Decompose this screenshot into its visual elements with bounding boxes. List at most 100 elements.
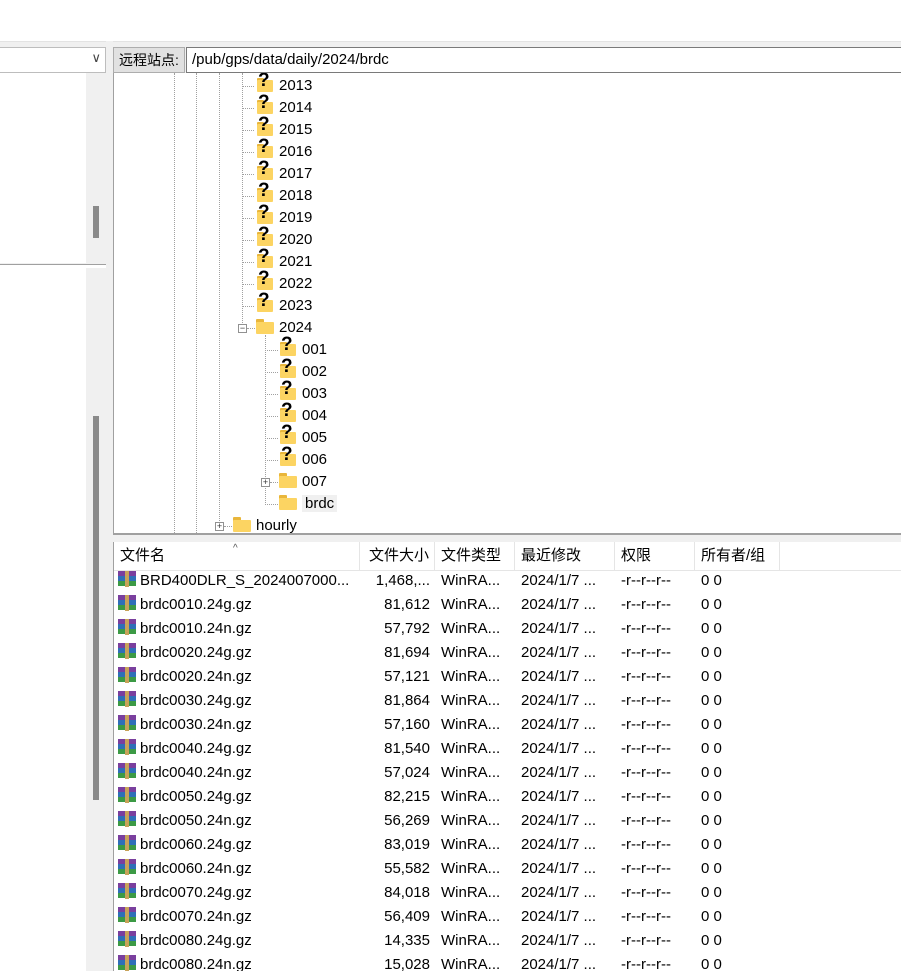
column-label: 文件大小 xyxy=(369,547,430,564)
file-name-cell: brdc0060.24g.gz xyxy=(118,833,358,857)
file-name: brdc0010.24n.gz xyxy=(140,620,252,637)
tree-node-label: 006 xyxy=(302,451,328,469)
expand-007-toggle[interactable]: + xyxy=(261,478,270,487)
remote-directory-tree[interactable]: ? 2013? 2014? 2015? 2016? 2017? 2018? 2019? 2020… xyxy=(113,73,901,535)
file-size: 84,018 xyxy=(384,884,430,901)
expand-hourly-toggle[interactable]: + xyxy=(215,522,224,531)
file-row[interactable]: brdc0030.24g.gz 81,864 WinRA... 2024/1/7 ..… xyxy=(114,689,901,713)
file-row[interactable]: brdc0060.24g.gz 83,019 WinRA... 2024/1/7 ..… xyxy=(114,833,901,857)
file-owner: 0 0 xyxy=(701,572,722,589)
file-type: WinRA... xyxy=(441,572,501,589)
remote-site-label: 远程站点: xyxy=(113,47,185,73)
remote-path-input[interactable]: /pub/gps/data/daily/2024/brdc xyxy=(186,47,901,73)
scrollbar-thumb[interactable] xyxy=(93,416,99,800)
column-header-permissions[interactable]: 权限 xyxy=(615,542,695,570)
file-owner: 0 0 xyxy=(701,668,722,685)
file-row[interactable]: brdc0050.24n.gz 56,269 WinRA... 2024/1/7 ..… xyxy=(114,809,901,833)
file-row[interactable]: brdc0030.24n.gz 57,160 WinRA... 2024/1/7 ..… xyxy=(114,713,901,737)
local-tree-scrollbar[interactable] xyxy=(86,73,106,263)
tree-node-007[interactable]: 007 xyxy=(279,471,327,493)
chevron-down-icon[interactable]: ∨ xyxy=(91,50,101,66)
winrar-archive-icon xyxy=(118,787,136,804)
file-type: WinRA... xyxy=(441,812,501,829)
tree-node-label-selected: brdc xyxy=(302,495,338,513)
file-row[interactable]: brdc0010.24g.gz 81,612 WinRA... 2024/1/7 ..… xyxy=(114,593,901,617)
unknown-folder-icon: ? xyxy=(279,400,297,423)
file-type: WinRA... xyxy=(441,596,501,613)
file-row[interactable]: brdc0080.24n.gz 15,028 WinRA... 2024/1/7 ..… xyxy=(114,953,901,971)
file-row[interactable]: BRD400DLR_S_2024007000... 1,468,... WinRA.… xyxy=(114,569,901,593)
file-name-cell: brdc0010.24n.gz xyxy=(118,617,358,641)
file-modified: 2024/1/7 ... xyxy=(521,788,597,805)
file-type: WinRA... xyxy=(441,668,501,685)
file-name-cell: brdc0050.24n.gz xyxy=(118,809,358,833)
collapse-2024-toggle[interactable]: − xyxy=(238,324,247,333)
file-permissions: -r--r--r-- xyxy=(621,668,671,685)
file-permissions: -r--r--r-- xyxy=(621,860,671,877)
winrar-archive-icon xyxy=(118,931,136,948)
file-permissions: -r--r--r-- xyxy=(621,692,671,709)
tree-node-label: 2014 xyxy=(279,99,313,117)
winrar-archive-icon xyxy=(118,739,136,756)
tree-node-label: 2017 xyxy=(279,165,313,183)
tree-node-hourly[interactable]: hourly xyxy=(233,515,297,533)
tree-node-label: 2023 xyxy=(279,297,313,315)
file-name-cell: BRD400DLR_S_2024007000... xyxy=(118,569,358,593)
file-row[interactable]: brdc0040.24n.gz 57,024 WinRA... 2024/1/7 ..… xyxy=(114,761,901,785)
file-permissions: -r--r--r-- xyxy=(621,764,671,781)
unknown-folder-icon: ? xyxy=(279,378,297,401)
pane-splitter[interactable] xyxy=(106,41,113,971)
file-modified: 2024/1/7 ... xyxy=(521,764,597,781)
unknown-folder-icon: ? xyxy=(256,114,274,137)
file-row[interactable]: brdc0020.24g.gz 81,694 WinRA... 2024/1/7 ..… xyxy=(114,641,901,665)
file-modified: 2024/1/7 ... xyxy=(521,908,597,925)
file-row[interactable]: brdc0060.24n.gz 55,582 WinRA... 2024/1/7 ..… xyxy=(114,857,901,881)
sort-ascending-icon: ^ xyxy=(233,543,238,554)
file-row[interactable]: brdc0070.24g.gz 84,018 WinRA... 2024/1/7 ..… xyxy=(114,881,901,905)
unknown-folder-icon: ? xyxy=(256,73,274,93)
file-row[interactable]: brdc0050.24g.gz 82,215 WinRA... 2024/1/7 ..… xyxy=(114,785,901,809)
column-header-filesize[interactable]: 文件大小 xyxy=(360,542,435,570)
local-path-combo[interactable]: ∨ xyxy=(0,47,106,73)
tree-node-day[interactable]: ? 006 xyxy=(279,444,328,471)
winrar-archive-icon xyxy=(118,811,136,828)
file-row[interactable]: brdc0070.24n.gz 56,409 WinRA... 2024/1/7 ..… xyxy=(114,905,901,929)
unknown-folder-icon: ? xyxy=(256,224,274,247)
file-size: 14,335 xyxy=(384,932,430,949)
column-header-modified[interactable]: 最近修改 xyxy=(515,542,615,570)
file-row[interactable]: brdc0010.24n.gz 57,792 WinRA... 2024/1/7 ..… xyxy=(114,617,901,641)
file-type: WinRA... xyxy=(441,860,501,877)
file-name-cell: brdc0030.24n.gz xyxy=(118,713,358,737)
file-size: 82,215 xyxy=(384,788,430,805)
column-header-filename[interactable]: 文件名 ^ xyxy=(114,542,360,570)
file-type: WinRA... xyxy=(441,620,501,637)
tree-node-label: 003 xyxy=(302,385,328,403)
winrar-archive-icon xyxy=(118,571,136,588)
file-permissions: -r--r--r-- xyxy=(621,572,671,589)
file-row[interactable]: brdc0020.24n.gz 57,121 WinRA... 2024/1/7 ..… xyxy=(114,665,901,689)
column-label: 所有者/组 xyxy=(701,547,766,564)
file-size: 57,792 xyxy=(384,620,430,637)
file-permissions: -r--r--r-- xyxy=(621,644,671,661)
column-label: 最近修改 xyxy=(521,547,582,564)
file-permissions: -r--r--r-- xyxy=(621,908,671,925)
file-modified: 2024/1/7 ... xyxy=(521,668,597,685)
file-name-cell: brdc0010.24g.gz xyxy=(118,593,358,617)
tree-node-brdc[interactable]: brdc xyxy=(279,493,338,515)
file-row[interactable]: brdc0040.24g.gz 81,540 WinRA... 2024/1/7 ..… xyxy=(114,737,901,761)
file-size: 81,864 xyxy=(384,692,430,709)
column-header-owner[interactable]: 所有者/组 xyxy=(695,542,780,570)
local-list-scrollbar[interactable] xyxy=(86,268,106,971)
file-row[interactable]: brdc0080.24g.gz 14,335 WinRA... 2024/1/7 ..… xyxy=(114,929,901,953)
file-permissions: -r--r--r-- xyxy=(621,812,671,829)
file-name-cell: brdc0060.24n.gz xyxy=(118,857,358,881)
file-name-cell: brdc0050.24g.gz xyxy=(118,785,358,809)
tree-node-year[interactable]: ? 2023 xyxy=(256,290,313,317)
unknown-folder-icon: ? xyxy=(279,422,297,445)
scrollbar-thumb[interactable] xyxy=(93,206,99,238)
tree-node-label: 2021 xyxy=(279,253,313,271)
remote-file-list[interactable]: 文件名 ^ 文件大小 文件类型 最近修改 权限 所有者/组 BRD400DLR_S… xyxy=(113,542,901,971)
column-header-filetype[interactable]: 文件类型 xyxy=(435,542,515,570)
tree-node-label: 002 xyxy=(302,363,328,381)
file-permissions: -r--r--r-- xyxy=(621,932,671,949)
